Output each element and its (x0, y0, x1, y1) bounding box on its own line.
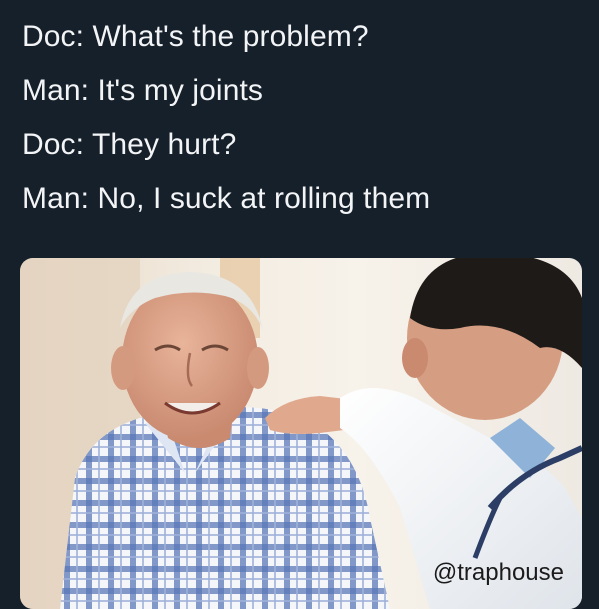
doctor-patient-photo: @traphouse (20, 258, 582, 609)
caption-line-4: Man: No, I suck at rolling them (22, 182, 431, 215)
caption-line-1: Doc: What's the problem? (22, 20, 369, 53)
meme-post: Doc: What's the problem? Man: It's my jo… (0, 0, 599, 609)
watermark-handle: @traphouse (432, 559, 564, 586)
photo-illustration (20, 258, 582, 609)
dialogue-caption: Doc: What's the problem? Man: It's my jo… (22, 10, 582, 226)
caption-line-3: Doc: They hurt? (22, 128, 237, 161)
caption-line-2: Man: It's my joints (22, 74, 264, 107)
